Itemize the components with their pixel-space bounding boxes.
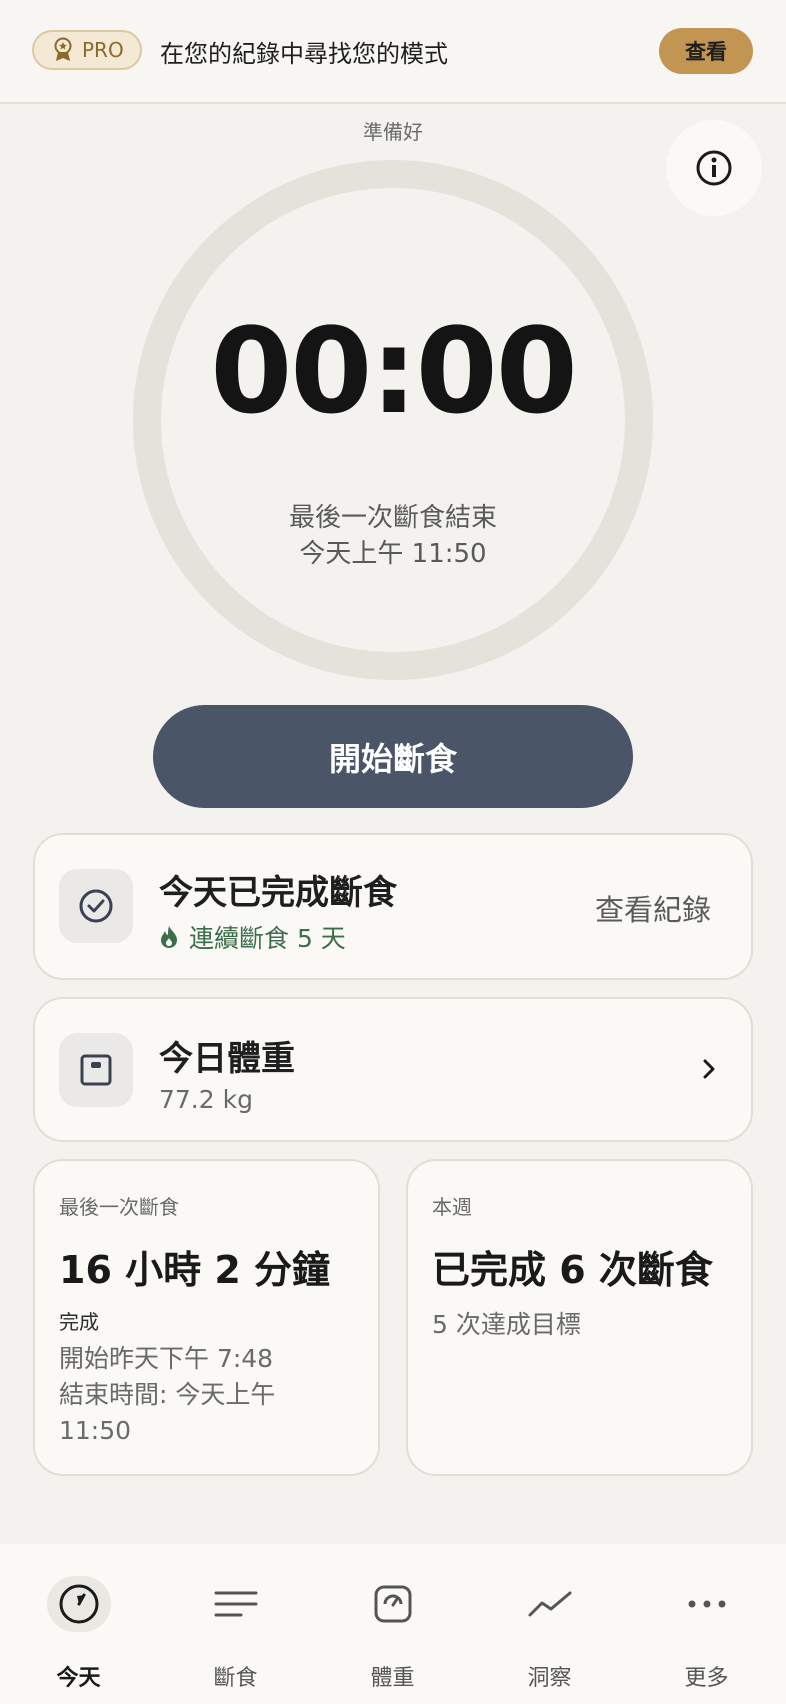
info-button[interactable] [666, 120, 762, 216]
last-fast-end-label: 最後一次斷食結束 [288, 503, 497, 533]
last-fast-start: 開始昨天下午 7:48 [59, 1344, 274, 1373]
nav-today[interactable]: 今天 [0, 1544, 157, 1704]
last-fast-duration: 16 小時 2 分鐘 [59, 1248, 331, 1292]
nav-insights[interactable]: 洞察 [471, 1544, 628, 1704]
nav-more-label: 更多 [684, 1666, 729, 1691]
last-fast-end-line2: 11:50 [59, 1416, 132, 1445]
nav-more-icon-wrap [675, 1576, 739, 1632]
today-fast-card[interactable]: 今天已完成斷食 連續斷食 5 天 查看紀錄 [33, 833, 753, 980]
view-log-link[interactable]: 查看紀錄 [595, 887, 711, 929]
nav-weight-icon-wrap [361, 1576, 425, 1632]
nav-fasting-label: 斷食 [213, 1666, 258, 1691]
list-lines-icon [214, 1591, 257, 1617]
pro-badge: PRO [32, 30, 142, 70]
scale-gauge-icon [374, 1585, 411, 1623]
last-fast-status: 完成 [59, 1310, 99, 1334]
week-completed: 已完成 6 次斷食 [432, 1248, 713, 1292]
streak-row: 連續斷食 5 天 [159, 919, 346, 955]
scale-icon [80, 1054, 112, 1086]
pro-banner[interactable]: PRO 在您的紀錄中尋找您的模式 查看 [0, 0, 786, 104]
flame-icon [161, 926, 177, 948]
banner-text: 在您的紀錄中尋找您的模式 [160, 40, 448, 68]
weight-card[interactable]: 今日體重 77.2 kg [33, 997, 753, 1142]
check-icon-box [59, 869, 133, 943]
view-button[interactable]: 查看 [659, 28, 753, 74]
nav-insights-icon-wrap [518, 1576, 582, 1632]
week-goal: 5 次達成目標 [432, 1310, 581, 1339]
nav-insights-label: 洞察 [527, 1666, 572, 1691]
last-fast-label: 最後一次斷食 [59, 1195, 179, 1219]
nav-today-icon-wrap [46, 1576, 111, 1632]
scale-icon-box [59, 1033, 133, 1107]
trend-line-icon [528, 1591, 571, 1617]
more-dots-icon [688, 1600, 725, 1608]
week-label: 本週 [432, 1195, 472, 1219]
bottom-nav: 今天 斷食 體重 洞察 更多 [0, 1544, 786, 1704]
last-fast-card[interactable]: 最後一次斷食 16 小時 2 分鐘 完成 開始昨天下午 7:48 結束時間: 今… [33, 1159, 380, 1476]
nav-weight-label: 體重 [370, 1666, 415, 1691]
clock-icon [59, 1584, 98, 1624]
nav-today-label: 今天 [56, 1666, 101, 1691]
award-icon [54, 37, 72, 61]
today-fast-title: 今天已完成斷食 [159, 873, 397, 913]
streak-text: 連續斷食 5 天 [189, 924, 346, 953]
fasting-state-label: 準備好 [363, 120, 423, 144]
timer-display: 00:00 [210, 302, 578, 440]
nav-more[interactable]: 更多 [628, 1544, 785, 1704]
last-fast-end-line1: 結束時間: 今天上午 [59, 1380, 276, 1409]
chevron-right-icon [703, 1059, 715, 1079]
info-icon [696, 150, 732, 186]
last-fast-end-time: 今天上午 11:50 [299, 539, 487, 569]
pro-label: PRO [82, 38, 124, 62]
nav-fasting[interactable]: 斷食 [157, 1544, 314, 1704]
nav-weight[interactable]: 體重 [314, 1544, 471, 1704]
week-summary-card[interactable]: 本週 已完成 6 次斷食 5 次達成目標 [406, 1159, 753, 1476]
check-circle-icon [79, 889, 113, 923]
nav-fasting-icon-wrap [204, 1576, 268, 1632]
weight-value: 77.2 kg [159, 1085, 253, 1114]
start-fast-button[interactable]: 開始斷食 [153, 705, 633, 808]
weight-title: 今日體重 [159, 1039, 295, 1079]
